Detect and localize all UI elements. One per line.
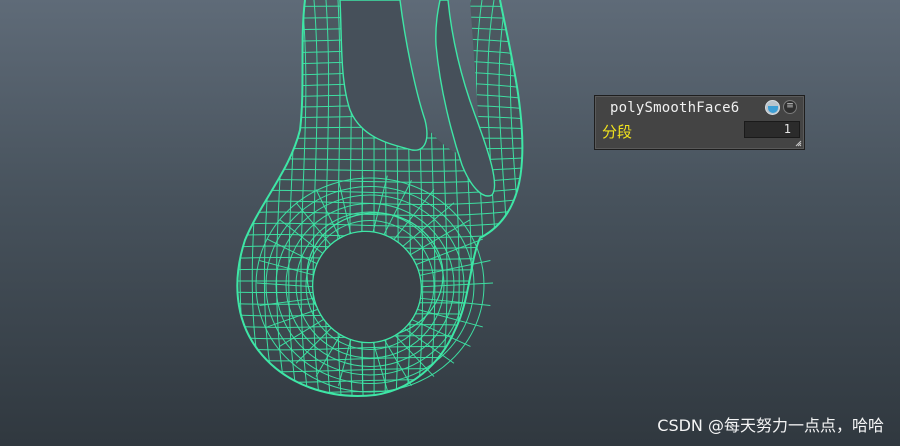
wire-longitude [237,0,244,396]
resize-grip-icon[interactable] [795,140,802,147]
divisions-attribute-label[interactable]: 分段 [602,121,632,142]
3d-viewport[interactable] [0,0,900,446]
eye-pupil [768,106,778,113]
eye-icon[interactable] [765,100,780,115]
watermark-text: CSDN @每天努力一点点，哈哈 [657,416,884,435]
divisions-value-field[interactable]: 1 [744,121,800,138]
node-name-label[interactable]: polySmoothFace6 [610,100,739,116]
attribute-hud-panel[interactable]: polySmoothFace6 ≡ 分段 1 [594,95,805,150]
list-menu-icon[interactable]: ≡ [783,100,797,114]
wireframe-model [236,0,524,397]
hud-title-row: polySmoothFace6 ≡ [595,96,804,119]
